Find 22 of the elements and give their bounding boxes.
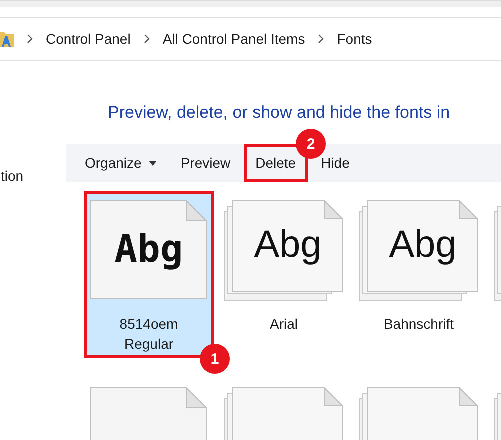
breadcrumb-item[interactable]: All Control Panel Items xyxy=(162,31,306,47)
font-name: Arial xyxy=(268,315,299,334)
caret-icon xyxy=(148,160,157,166)
chevron-icon xyxy=(318,34,324,44)
font-preview: Abg xyxy=(114,230,184,268)
font-item[interactable]: Abg 8514oem Regular xyxy=(85,192,213,357)
font-name: 8514oem Regular xyxy=(118,315,180,354)
organize-menu[interactable]: Organize xyxy=(74,144,168,182)
chevron-icon xyxy=(27,34,33,44)
chevron-icon xyxy=(144,34,150,44)
font-preview: Abg xyxy=(388,226,458,264)
font-name: Bahnschrift xyxy=(382,315,456,334)
breadcrumb-item[interactable]: Fonts xyxy=(337,31,372,47)
callout-badge: 1 xyxy=(200,344,230,374)
sidebar-link[interactable]: tion xyxy=(1,168,24,184)
toolbar-button[interactable]: Preview xyxy=(170,144,242,182)
fonts-folder-icon xyxy=(0,29,14,49)
page-heading: Preview, delete, or show and hide the fonts in xyxy=(108,103,452,124)
font-item[interactable]: Abg Bahnschrift xyxy=(355,192,483,357)
breadcrumb-item[interactable]: Control Panel xyxy=(46,31,131,47)
callout-badge: 2 xyxy=(296,129,326,159)
font-preview: Abg xyxy=(253,226,323,264)
